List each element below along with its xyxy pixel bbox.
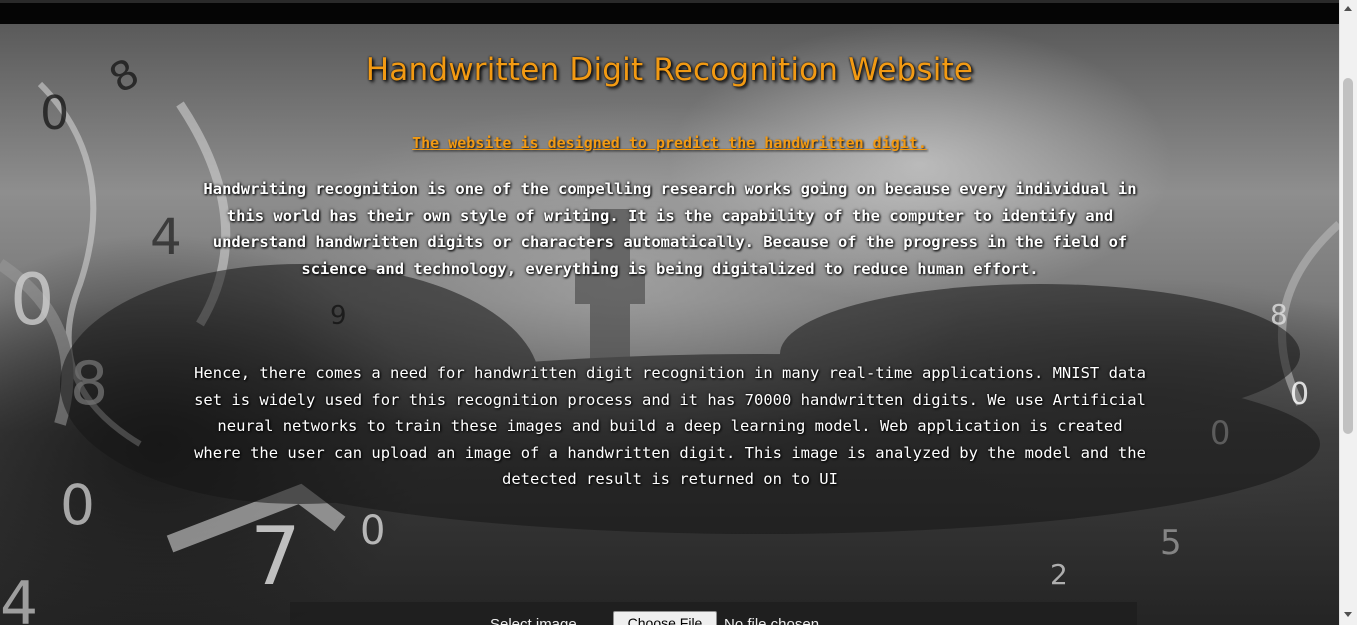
intro-paragraph: Handwriting recognition is one of the co…: [203, 180, 1137, 278]
svg-text:4: 4: [0, 569, 38, 625]
swirling-digits-background: 0 8 0 8 4 7 0 4 8 0 0 5 2 9 0: [0, 50, 1339, 625]
svg-text:0: 0: [40, 86, 69, 140]
details-paragraph: Hence, there comes a need for handwritte…: [194, 364, 1146, 488]
page-title: Handwritten Digit Recognition Website: [365, 52, 974, 88]
svg-text:7: 7: [250, 510, 301, 603]
svg-text:0: 0: [1290, 377, 1309, 412]
scrollbar-thumb[interactable]: [1343, 78, 1353, 434]
upload-form: Select image Choose File No file chosen: [290, 602, 1137, 625]
svg-text:0: 0: [10, 259, 55, 341]
svg-text:0: 0: [360, 508, 385, 554]
upload-label: Select image: [490, 616, 577, 625]
page-subtitle: The website is designed to predict the h…: [412, 134, 927, 152]
scroll-up-arrow-icon[interactable]: [1344, 6, 1352, 11]
svg-text:4: 4: [150, 208, 182, 266]
scroll-down-arrow-icon[interactable]: [1344, 612, 1352, 617]
page-scrollbar[interactable]: [1339, 0, 1357, 625]
browser-top-strip: [0, 0, 1339, 24]
choose-file-button[interactable]: Choose File: [613, 611, 717, 625]
svg-text:2: 2: [1050, 558, 1068, 591]
file-status-text: No file chosen: [724, 616, 820, 625]
svg-text:5: 5: [1160, 523, 1182, 563]
page-viewport: 0 8 0 8 4 7 0 4 8 0 0 5 2 9 0 Handwritte…: [0, 24, 1339, 625]
svg-text:0: 0: [60, 473, 95, 537]
